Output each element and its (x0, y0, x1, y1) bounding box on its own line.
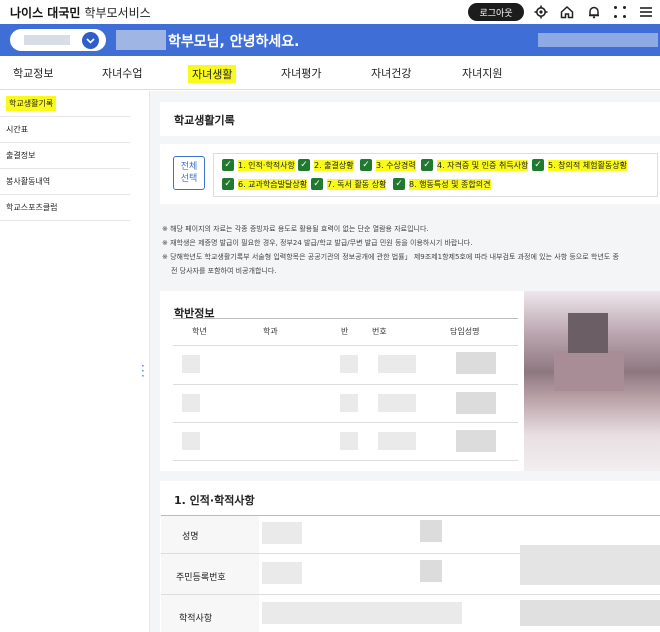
nav-child-eval[interactable]: 자녀평가 (281, 65, 321, 81)
sidebar-item-sports-club[interactable]: 학교스포츠클럽 (0, 195, 130, 221)
column-grade: 학년 (192, 327, 207, 336)
table-row (182, 355, 200, 373)
photo-blur-block (568, 313, 608, 353)
sidebar-item-label: 출결정보 (6, 151, 36, 160)
sidebar-item-volunteer[interactable]: 봉사활동내역 (0, 169, 130, 195)
checkbox-attendance[interactable]: ✓ 2. 출결상황 (298, 159, 354, 171)
school-info-redacted (538, 33, 658, 47)
table-row (520, 545, 660, 585)
table-row (340, 394, 358, 412)
gear-icon[interactable] (532, 3, 550, 21)
student-photo-redacted (524, 291, 660, 471)
column-homeroom-teacher: 담임성명 (450, 327, 480, 336)
home-icon[interactable] (558, 3, 576, 21)
sidebar-item-timetable[interactable]: 시간표 (0, 117, 130, 143)
table-header-top-border (173, 318, 518, 319)
sidebar: 학교생활기록 시간표 출결정보 봉사활동내역 학교스포츠클럽 · · · (0, 91, 150, 632)
table-row (378, 394, 416, 412)
menu-icon[interactable] (637, 3, 655, 21)
service-name: 학부모서비스 (84, 5, 151, 20)
check-icon: ✓ (222, 159, 234, 171)
select-all-button[interactable]: 전체 선택 (173, 156, 205, 190)
table-row (182, 432, 200, 450)
column-number: 번호 (372, 327, 387, 336)
table-row-divider (173, 345, 518, 346)
table-row (340, 432, 358, 450)
sidebar-item-label: 학교스포츠클럽 (6, 203, 58, 212)
table-row (182, 394, 200, 412)
table-row (378, 355, 416, 373)
table-row (456, 392, 496, 414)
table-row (262, 602, 462, 624)
label-resident-number: 주민등록번호 (176, 573, 226, 583)
check-icon: ✓ (360, 159, 372, 171)
table-row (378, 432, 416, 450)
table-row-divider (173, 384, 518, 385)
sidebar-item-school-record[interactable]: 학교생활기록 (0, 91, 130, 117)
table-row (262, 522, 302, 544)
nav-school-info[interactable]: 학교정보 (13, 65, 53, 81)
nav-child-health[interactable]: 자녀건강 (371, 65, 411, 81)
check-icon: ✓ (393, 178, 405, 190)
label-school-status: 학적사항 (179, 614, 213, 624)
column-department: 학과 (263, 327, 278, 336)
sidebar-item-label: 시간표 (6, 125, 29, 134)
grid-icon[interactable] (611, 3, 629, 21)
checkbox-reading[interactable]: ✓ 7. 독서 활동 상황 (311, 178, 387, 190)
table-row (340, 355, 358, 373)
table-row (520, 600, 660, 626)
table-row-divider (161, 594, 660, 595)
sidebar-item-label: 학교생활기록 (6, 96, 57, 111)
check-icon: ✓ (311, 178, 323, 190)
child-selector[interactable] (10, 29, 106, 51)
section-title-card: 학교생활기록 (160, 102, 660, 136)
nav-child-support[interactable]: 자녀지원 (462, 65, 502, 81)
notice-line: ※ 당해학년도 학교생활기록부 서술형 입력항목은 공공기관의 정보공개에 관한… (162, 253, 619, 261)
table-row (420, 520, 442, 542)
table-row (420, 560, 442, 582)
chevron-down-icon[interactable] (82, 32, 99, 49)
child-name-redacted (24, 35, 70, 45)
label-name: 성명 (182, 532, 199, 542)
table-row (262, 562, 302, 584)
column-class: 반 (341, 327, 349, 336)
select-all-label: 전체 선택 (180, 162, 198, 184)
table-row-divider (173, 422, 518, 423)
notice-line: ※ 재학생은 제증명 발급이 필요한 경우, 정부24 발급/학교 발급/무변 … (162, 239, 473, 247)
checkbox-behavior[interactable]: ✓ 8. 행동특성 및 종합의견 (393, 178, 491, 190)
checkbox-certificates[interactable]: ✓ 4. 자격증 및 인증 취득사항 (421, 159, 529, 171)
sidebar-item-attendance[interactable]: 출결정보 (0, 143, 130, 169)
notice-text: ※ 해당 페이지의 자료는 각종 증빙자료 용도로 활용될 효력이 없는 단순 … (162, 222, 660, 278)
nav-child-life[interactable]: 자녀생활 (188, 65, 237, 83)
notice-line: ※ 해당 페이지의 자료는 각종 증빙자료 용도로 활용될 효력이 없는 단순 … (162, 225, 429, 233)
brand-logo[interactable]: 나이스 대국민 (10, 4, 80, 21)
table-row-divider (173, 460, 518, 461)
main-nav: 학교정보 자녀수업 자녀생활 자녀평가 자녀건강 자녀지원 (0, 56, 660, 90)
table-row (456, 430, 496, 452)
checkbox-awards[interactable]: ✓ 3. 수상경력 (360, 159, 416, 171)
sidebar-item-label: 봉사활동내역 (6, 177, 51, 186)
greeting-text: 학부모님, 안녕하세요. (168, 34, 300, 50)
checkbox-group: ✓ 1. 인적·학적사항 ✓ 2. 출결상황 ✓ 3. 수상경력 ✓ 4. 자격증 및 … (213, 153, 658, 197)
collapse-handle-icon[interactable]: · · · (141, 360, 145, 382)
top-bar: 나이스 대국민 학부모서비스 로그아웃 (0, 0, 660, 24)
page-title: 학교생활기록 (174, 114, 235, 127)
checkbox-subject-learning[interactable]: ✓ 6. 교과학습발달상황 (222, 178, 308, 190)
parent-name-redacted (116, 30, 166, 50)
checkbox-personal[interactable]: ✓ 1. 인적·학적사항 (222, 159, 295, 171)
check-icon: ✓ (298, 159, 310, 171)
check-icon: ✓ (222, 178, 234, 190)
checkbox-creative-activity[interactable]: ✓ 5. 창의적 체험활동상황 (532, 159, 627, 171)
user-bar: 학부모님, 안녕하세요. (0, 24, 660, 56)
table-row (456, 352, 496, 374)
notice-line: 전 당사자를 포함하여 비공개합니다. (171, 267, 277, 275)
check-icon: ✓ (532, 159, 544, 171)
check-icon: ✓ (421, 159, 433, 171)
nav-child-class[interactable]: 자녀수업 (102, 65, 142, 81)
personal-info-title: 1. 인적·학적사항 (174, 494, 255, 507)
photo-blur-block (554, 351, 624, 391)
logout-button[interactable]: 로그아웃 (468, 3, 524, 21)
bell-icon[interactable] (585, 3, 603, 21)
